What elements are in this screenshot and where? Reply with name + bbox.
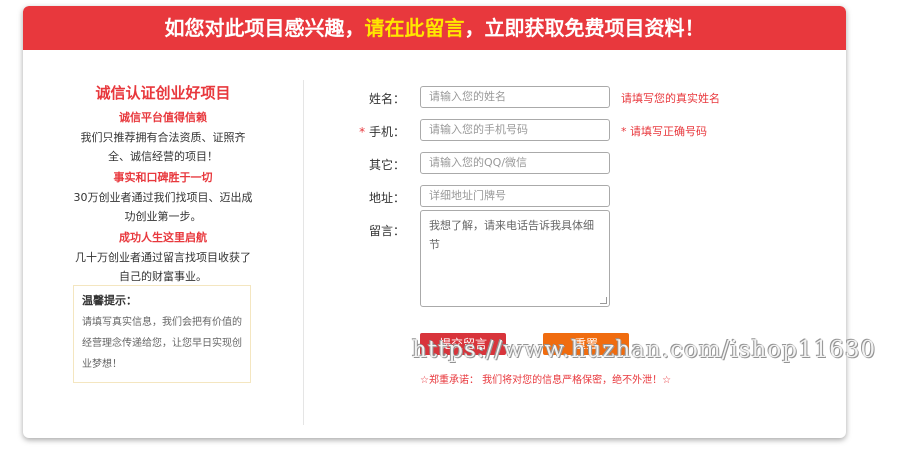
phone-input[interactable]: 请输入您的手机号码 [420, 119, 610, 141]
name-label: 姓名： [368, 92, 405, 106]
section-text: 30万创业者通过我们找项目、迈出成功创业第一步。 [73, 191, 253, 223]
banner: 如您对此项目感兴趣，请在此留言，立即获取免费项目资料！ [23, 6, 846, 50]
phone-hint: * 请填写正确号码 [621, 125, 707, 138]
name-hint: 请填写您的真实姓名 [621, 92, 720, 105]
banner-text-1: 如您对此项目感兴趣， [164, 16, 365, 40]
required-mark: * [359, 125, 369, 139]
left-info-panel: 诚信认证创业好项目 诚信平台值得信赖 我们只推荐拥有合法资质、证照齐全、诚信经营… [73, 82, 253, 289]
tips-box: 温馨提示： 请填写真实信息，我们会把有价值的经营理念传递给您，让您早日实现创业梦… [73, 285, 251, 383]
phone-label: * 手机： [320, 123, 405, 140]
panel-title: 诚信认证创业好项目 [95, 84, 231, 102]
divider [303, 80, 304, 425]
message-value: 我想了解，请来电话告诉我具体细节 [429, 219, 594, 251]
section-text: 我们只推荐拥有合法资质、证照齐全、诚信经营的项目！ [80, 131, 246, 163]
message-textarea[interactable]: 我想了解，请来电话告诉我具体细节 [420, 210, 610, 307]
privacy-promise: ☆郑重承诺： 我们将对您的信息严格保密，绝不外泄！☆ [420, 375, 672, 386]
message-label: 留言： [368, 224, 405, 238]
tips-text: 请填写真实信息，我们会把有价值的经营理念传递给您，让您早日实现创业梦想！ [82, 317, 242, 370]
resize-grip-icon[interactable] [600, 297, 607, 304]
section-text: 几十万创业者通过留言找项目收获了自己的财富事业。 [75, 251, 251, 283]
section-heading: 成功人生这里启航 [119, 231, 207, 244]
name-input[interactable]: 请输入您的姓名 [420, 86, 610, 108]
other-input[interactable]: 请输入您的QQ/微信 [420, 152, 610, 174]
section-heading: 事实和口碑胜于一切 [113, 171, 213, 184]
watermark-text: https://www.huzhan.com/ishop11630 [412, 337, 877, 363]
address-input[interactable]: 详细地址门牌号 [420, 185, 610, 207]
banner-highlight: 请在此留言 [364, 16, 465, 40]
section-heading: 诚信平台值得信赖 [119, 111, 207, 124]
address-label: 地址： [368, 191, 405, 205]
tips-title: 温馨提示： [82, 294, 137, 307]
phone-label-text: 手机： [368, 125, 405, 139]
banner-text-2: ，立即获取免费项目资料！ [464, 16, 705, 40]
other-label: 其它： [368, 158, 405, 172]
